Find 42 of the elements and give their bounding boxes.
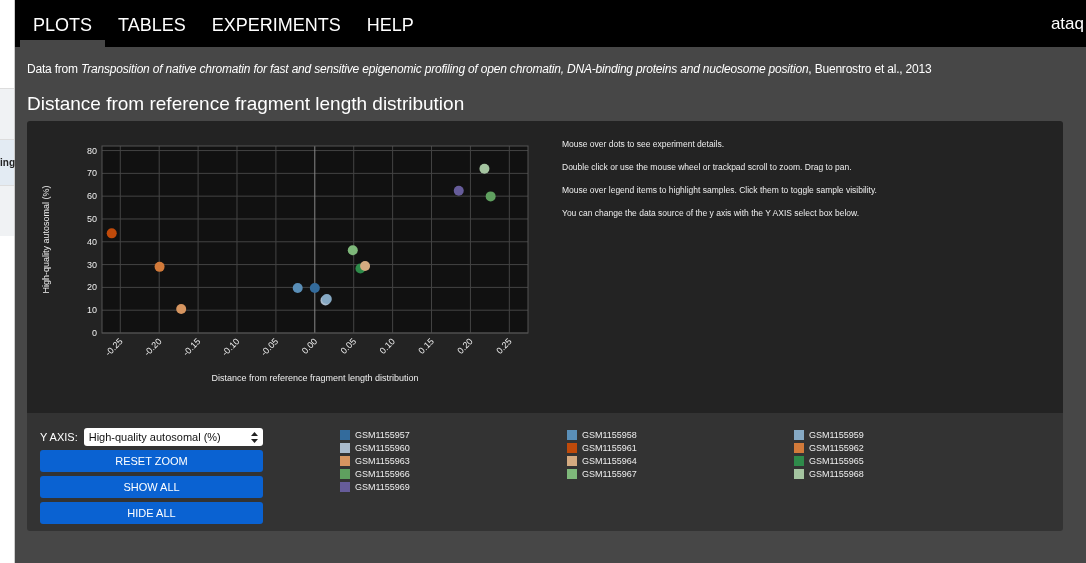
legend-item[interactable]: GSM1155961 <box>567 441 794 454</box>
citation-text: Data from Transposition of native chromatin for fast and sensitive epigenomic profiling of open chromatin, DNA-binding proteins and nucleosome position, Buenrostro et al., 2013 <box>27 62 933 76</box>
legend-item[interactable]: GSM1155959 <box>794 428 944 441</box>
legend-item[interactable]: GSM1155964 <box>567 454 794 467</box>
brand-name[interactable]: ataq <box>1050 13 1084 34</box>
background-page-text: ing <box>0 157 15 168</box>
nav-tab[interactable]: PLOTS <box>20 0 106 47</box>
legend-item[interactable]: GSM1155960 <box>340 441 567 454</box>
tick-label: 10 <box>87 305 97 316</box>
tick-label: 40 <box>87 236 97 247</box>
tick-label: 0.00 <box>299 336 320 356</box>
legend-item[interactable]: GSM1155962 <box>794 441 944 454</box>
y-axis-select[interactable]: High-quality autosomal (%) <box>83 428 263 446</box>
x-axis-label: Distance from reference fragment length distribution <box>211 373 419 383</box>
tick-label: 80 <box>87 145 97 156</box>
legend-item[interactable]: GSM1155968 <box>794 467 944 480</box>
help-text: Mouse over dots to see experiment details. <box>562 139 726 149</box>
tick-label: 0 <box>92 328 97 338</box>
action-button[interactable]: SHOW ALL <box>40 476 263 498</box>
tick-label: 50 <box>87 214 97 224</box>
legend-item[interactable]: GSM1155958 <box>567 428 794 441</box>
action-button[interactable]: HIDE ALL <box>40 502 263 524</box>
nav-tab[interactable]: HELP <box>353 0 427 47</box>
help-text: Double click or use the mouse wheel or trackpad scroll to zoom. Drag to pan. <box>562 162 853 172</box>
legend-item[interactable]: GSM1155957 <box>340 428 567 441</box>
legend-item[interactable]: GSM1155965 <box>794 454 944 467</box>
legend-item[interactable]: GSM1155963 <box>340 454 567 467</box>
y-axis-label: Y AXIS: <box>40 431 78 443</box>
help-text: You can change the data source of the y axis with the Y AXIS select box below. <box>562 208 861 218</box>
help-text: Mouse over legend items to highlight samples. Click them to toggle sample visibility. <box>562 185 877 195</box>
tick-label: 60 <box>87 191 97 202</box>
tick-label: 70 <box>87 168 97 179</box>
legend-item[interactable]: GSM1155969 <box>340 480 567 493</box>
y-axis-label: High-quality autosomal (%) <box>41 185 51 294</box>
action-button[interactable]: RESET ZOOM <box>40 450 263 472</box>
tick-label: 20 <box>87 282 97 293</box>
chart-heading: Distance from reference fragment length distribution <box>27 93 466 115</box>
nav-tab[interactable]: EXPERIMENTS <box>198 0 354 47</box>
legend-item[interactable]: GSM1155967 <box>567 467 794 480</box>
legend-item[interactable]: GSM1155966 <box>340 467 567 480</box>
nav-tab[interactable]: TABLES <box>105 0 199 47</box>
tick-label: 30 <box>87 259 97 270</box>
